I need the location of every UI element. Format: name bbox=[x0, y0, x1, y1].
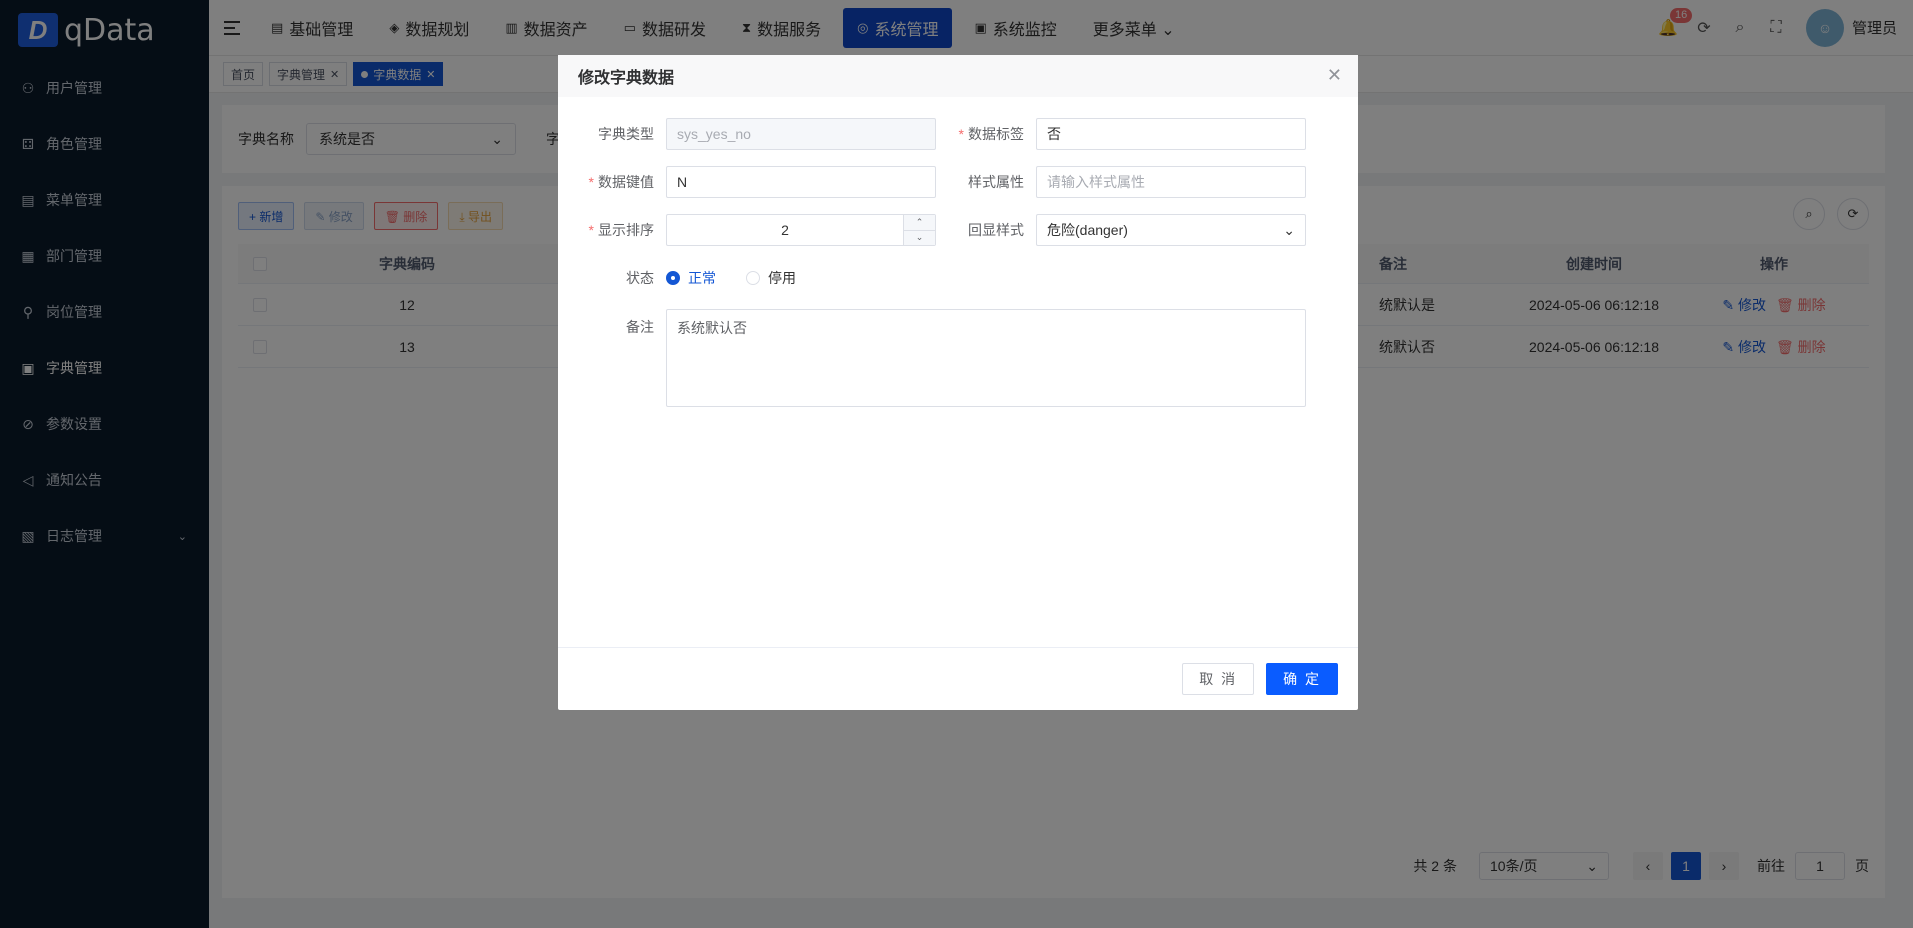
close-icon[interactable]: ✕ bbox=[1327, 65, 1342, 86]
label-text: 样式属性 bbox=[968, 174, 1024, 190]
dialog-header: 修改字典数据 ✕ bbox=[558, 55, 1358, 97]
field-dict-type: 字典类型 sys_yes_no bbox=[558, 117, 936, 151]
label-text: 数据标签 bbox=[968, 126, 1024, 142]
field-label: * 数据键值 bbox=[558, 172, 666, 192]
remark-textarea[interactable]: 系统默认否 bbox=[666, 309, 1306, 407]
data-value-input[interactable]: N bbox=[666, 166, 936, 198]
edit-dict-data-dialog: 修改字典数据 ✕ 字典类型 sys_yes_no * 数据标签 否 * 数据键值 N… bbox=[558, 55, 1358, 710]
label-text: 回显样式 bbox=[968, 222, 1024, 238]
field-label: * 显示排序 bbox=[558, 220, 666, 240]
radio-circle bbox=[746, 271, 760, 285]
required-mark: * bbox=[588, 174, 594, 190]
label-text: 备注 bbox=[626, 319, 654, 335]
cancel-button[interactable]: 取 消 bbox=[1182, 663, 1255, 695]
radio-label: 停用 bbox=[768, 270, 796, 286]
field-css-class: 样式属性 请输入样式属性 bbox=[928, 165, 1306, 199]
dialog-title: 修改字典数据 bbox=[578, 70, 675, 87]
chevron-down-icon: ⌄ bbox=[1283, 221, 1295, 238]
field-list-class: 回显样式 危险(danger) ⌄ bbox=[928, 213, 1306, 247]
field-label: 回显样式 bbox=[928, 220, 1036, 240]
sort-value: 2 bbox=[781, 222, 789, 238]
field-label: 状态 bbox=[558, 268, 666, 288]
field-data-value: * 数据键值 N bbox=[558, 165, 936, 199]
radio-circle bbox=[666, 271, 680, 285]
dict-type-input: sys_yes_no bbox=[666, 118, 936, 150]
field-data-label: * 数据标签 否 bbox=[928, 117, 1306, 151]
select-value: 危险(danger) bbox=[1047, 222, 1128, 238]
status-disabled-radio[interactable]: 停用 bbox=[746, 268, 796, 288]
field-label: 样式属性 bbox=[928, 172, 1036, 192]
label-text: 字典类型 bbox=[598, 126, 654, 142]
field-sort: * 显示排序 2 ⌃ ⌄ bbox=[558, 213, 936, 247]
dialog-body: 字典类型 sys_yes_no * 数据标签 否 * 数据键值 N 样式属性 请输入… bbox=[558, 97, 1358, 647]
label-text: 数据键值 bbox=[598, 174, 654, 190]
field-label: 备注 bbox=[558, 309, 666, 337]
field-label: 字典类型 bbox=[558, 124, 666, 144]
dialog-footer: 取 消 确 定 bbox=[558, 647, 1358, 710]
list-class-select[interactable]: 危险(danger) ⌄ bbox=[1036, 214, 1306, 246]
required-mark: * bbox=[588, 222, 594, 238]
radio-label: 正常 bbox=[688, 270, 716, 286]
css-class-input[interactable]: 请输入样式属性 bbox=[1036, 166, 1306, 198]
label-text: 状态 bbox=[626, 270, 654, 286]
data-label-input[interactable]: 否 bbox=[1036, 118, 1306, 150]
field-status: 状态 正常 停用 bbox=[558, 261, 826, 295]
confirm-button[interactable]: 确 定 bbox=[1266, 663, 1338, 695]
required-mark: * bbox=[958, 126, 964, 142]
sort-stepper[interactable]: 2 ⌃ ⌄ bbox=[666, 214, 936, 246]
status-normal-radio[interactable]: 正常 bbox=[666, 268, 716, 288]
label-text: 显示排序 bbox=[598, 222, 654, 238]
field-remark: 备注 系统默认否 bbox=[558, 309, 1306, 409]
field-label: * 数据标签 bbox=[928, 124, 1036, 144]
